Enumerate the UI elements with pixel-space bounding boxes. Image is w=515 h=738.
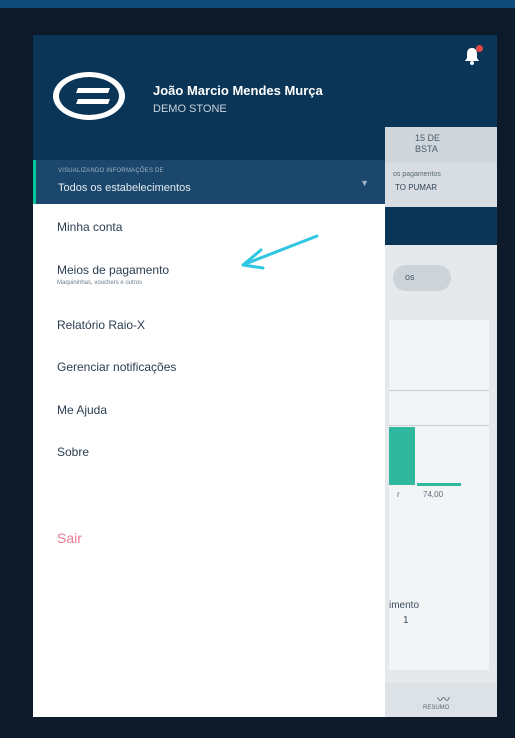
bg-summary-row: os pagamentos TO PUMAR (385, 163, 497, 207)
menu-item-minha-conta[interactable]: Minha conta (57, 220, 122, 234)
navigation-drawer: João Marcio Mendes Murça DEMO STONE VISU… (33, 35, 385, 717)
phone-screen: 15 DE BSTA os pagamentos TO PUMAR os r 7… (33, 35, 497, 717)
selector-caption: VISUALIZANDO INFORMAÇÕES DE (58, 168, 164, 174)
menu-item-me-ajuda[interactable]: Me Ajuda (57, 403, 107, 417)
menu-item-gerenciar-notificacoes[interactable]: Gerenciar notificações (57, 360, 176, 374)
chevron-down-icon[interactable]: ▼ (360, 178, 369, 188)
annotation-arrow-icon (241, 234, 319, 270)
bg-filter-pill: os (393, 265, 451, 291)
company-name: DEMO STONE (153, 103, 227, 115)
bg-summary-value: TO PUMAR (395, 183, 438, 192)
bg-gridline (389, 390, 489, 391)
bell-icon[interactable] (461, 45, 483, 67)
bg-chart-baseline (417, 483, 461, 486)
menu-item-meios-de-pagamento-sublabel: Maquininhas, vouchers e outros (57, 280, 143, 286)
user-name: João Marcio Mendes Murça (153, 83, 323, 98)
bg-gridline (389, 425, 489, 426)
bg-period-text: 15 DE BSTA (415, 133, 441, 154)
bg-chart-label: r (397, 490, 400, 499)
notification-badge (476, 45, 483, 52)
menu-item-relatorio-raio-x[interactable]: Relatório Raio-X (57, 318, 145, 332)
bg-filter-pill-text: os (405, 272, 415, 282)
bg-period-tab: 15 DE BSTA (385, 127, 497, 163)
menu-item-meios-de-pagamento[interactable]: Meios de pagamento (57, 263, 169, 277)
menu-item-sobre[interactable]: Sobre (57, 445, 89, 459)
stone-logo-icon (53, 72, 125, 120)
bg-summary-caption: os pagamentos (393, 171, 441, 178)
window-frame-top (0, 0, 515, 8)
logout-button[interactable]: Sair (57, 530, 82, 546)
bg-chart-bar (389, 427, 415, 485)
selector-value: Todos os estabelecimentos (58, 182, 191, 194)
nav-label: RESUMO (423, 705, 450, 711)
bg-info-text: imento (389, 600, 420, 611)
establishment-selector[interactable]: VISUALIZANDO INFORMAÇÕES DE Todos os est… (33, 160, 385, 204)
bg-info-value: 1 (403, 615, 409, 626)
bg-chart-label: 74,00 (423, 490, 444, 499)
bg-dark-band (385, 207, 497, 245)
drawer-header: João Marcio Mendes Murça DEMO STONE (33, 35, 385, 160)
